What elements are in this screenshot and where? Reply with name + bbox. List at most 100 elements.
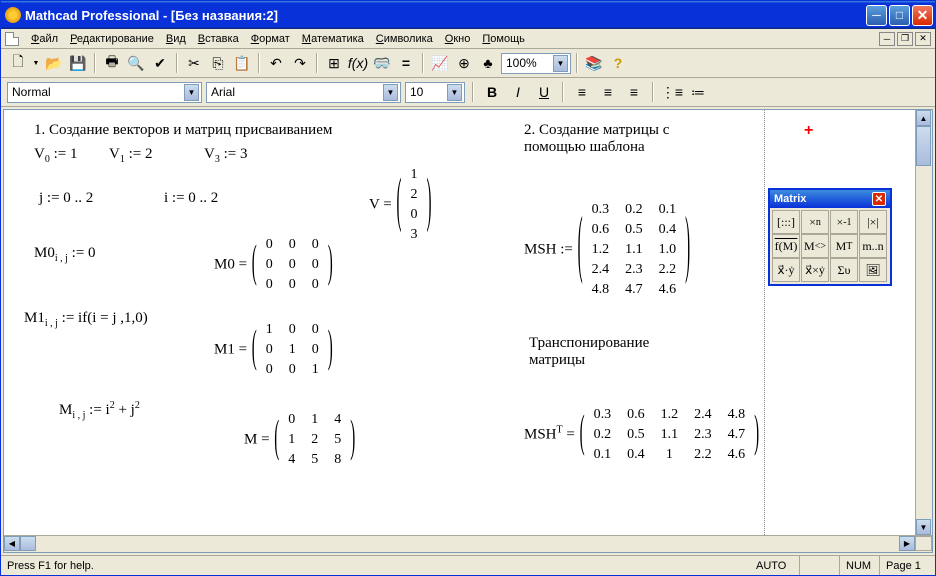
mdi-minimize[interactable]: ─	[879, 32, 895, 46]
m0-display: M0 = (000000000)	[214, 235, 334, 295]
sum-icon[interactable]: Συ	[830, 258, 858, 282]
menu-view[interactable]: Вид	[160, 31, 192, 47]
transpose-label: Транспонирование матрицы	[529, 335, 689, 369]
size-arrow[interactable]: ▼	[447, 84, 462, 101]
font-value: Arial	[211, 85, 235, 99]
format-toolbar: Normal▼ Arial ▼ 10▼ B I U ≡ ≡ ≡ ⋮≡ ≔	[1, 78, 935, 107]
help-button[interactable]: ?	[607, 52, 629, 74]
subscript-icon[interactable]: ×n	[801, 210, 829, 234]
zoom-value: 100%	[506, 56, 537, 70]
scroll-down-button[interactable]: ▼	[916, 519, 931, 535]
spellcheck-button[interactable]: ✔	[149, 52, 171, 74]
new-dropdown[interactable]: ▼	[31, 52, 41, 74]
menu-help[interactable]: Помощь	[476, 31, 531, 47]
bold-button[interactable]: B	[481, 81, 503, 103]
print-button[interactable]: 🖶	[101, 52, 123, 74]
scroll-v-thumb[interactable]	[916, 126, 931, 166]
new-button[interactable]: 🗋	[7, 52, 29, 74]
numbering-button[interactable]: ≔	[687, 81, 709, 103]
matrix-palette[interactable]: Matrix ✕ [:::] ×n ×-1 |×| f(M) M<> MT m.…	[768, 188, 892, 286]
calc-button[interactable]: =	[395, 52, 417, 74]
save-button[interactable]: 💾	[67, 52, 89, 74]
page-margin-line	[764, 110, 765, 535]
inverse-icon[interactable]: ×-1	[830, 210, 858, 234]
status-help: Press F1 for help.	[1, 556, 750, 575]
size-combo[interactable]: 10▼	[405, 82, 465, 103]
cut-button[interactable]: ✂	[183, 52, 205, 74]
scroll-up-button[interactable]: ▲	[916, 110, 931, 126]
maximize-button[interactable]: □	[889, 5, 910, 26]
font-combo[interactable]: Arial ▼	[206, 82, 401, 103]
j-range: j := 0 .. 2	[39, 190, 93, 207]
zoom-arrow[interactable]: ▼	[553, 55, 568, 72]
redo-button[interactable]: ↷	[289, 52, 311, 74]
preview-button[interactable]: 🔍	[125, 52, 147, 74]
copy-button[interactable]: ⎘	[207, 52, 229, 74]
fx-button[interactable]: f(x)	[347, 52, 369, 74]
determinant-icon[interactable]: |×|	[859, 210, 887, 234]
worksheet[interactable]: + 1. Создание векторов и матриц присваив…	[3, 109, 933, 553]
component-button[interactable]: ♣	[477, 52, 499, 74]
document-icon[interactable]	[5, 32, 19, 46]
m1-display: M1 = (100010001)	[214, 320, 334, 380]
palette-title-text: Matrix	[774, 193, 806, 205]
dot-product-icon[interactable]: x⃗·ẏ	[772, 258, 800, 282]
cross-product-icon[interactable]: x⃗×ẏ	[801, 258, 829, 282]
v1-def: V1 := 2	[109, 146, 152, 165]
palette-titlebar[interactable]: Matrix ✕	[770, 190, 890, 208]
graph-button[interactable]: 📈	[429, 52, 451, 74]
menu-edit[interactable]: Редактирование	[64, 31, 160, 47]
insert-button[interactable]: ⊕	[453, 52, 475, 74]
close-button[interactable]: ✕	[912, 5, 933, 26]
paste-button[interactable]: 📋	[231, 52, 253, 74]
palette-close-button[interactable]: ✕	[872, 192, 886, 206]
v0-def: V0 := 1	[34, 146, 77, 165]
menu-insert[interactable]: Вставка	[192, 31, 245, 47]
align-left-button[interactable]: ≡	[571, 81, 593, 103]
open-button[interactable]: 📂	[43, 52, 65, 74]
minimize-button[interactable]: ─	[866, 5, 887, 26]
i-range: i := 0 .. 2	[164, 190, 218, 207]
transpose-icon[interactable]: MT	[830, 234, 858, 258]
style-combo[interactable]: Normal▼	[7, 82, 202, 103]
menu-format[interactable]: Формат	[245, 31, 296, 47]
status-page: Page 1	[880, 556, 935, 575]
picture-icon[interactable]: 🖼	[859, 258, 887, 282]
underline-button[interactable]: U	[533, 81, 555, 103]
horizontal-scrollbar[interactable]: ◀ ▶	[4, 535, 932, 552]
range-icon[interactable]: m..n	[859, 234, 887, 258]
units-button[interactable]: 🥽	[371, 52, 393, 74]
resource-button[interactable]: 📚	[583, 52, 605, 74]
scroll-h-thumb[interactable]	[20, 536, 36, 551]
mdi-close[interactable]: ✕	[915, 32, 931, 46]
status-auto: AUTO	[750, 556, 800, 575]
italic-button[interactable]: I	[507, 81, 529, 103]
heading-2: 2. Создание матрицы с помощью шаблона	[524, 122, 704, 156]
scroll-right-button[interactable]: ▶	[899, 536, 915, 551]
mdi-restore[interactable]: ❐	[897, 32, 913, 46]
m0-def: M0i , j := 0	[34, 245, 96, 264]
msht-display: MSHT = (0.30.61.22.44.80.20.51.12.34.70.…	[524, 405, 760, 465]
align-button[interactable]: ⊞	[323, 52, 345, 74]
style-arrow[interactable]: ▼	[184, 84, 199, 101]
column-icon[interactable]: M<>	[801, 234, 829, 258]
menu-symbolics[interactable]: Символика	[370, 31, 439, 47]
window-title: Mathcad Professional - [Без названия:2]	[25, 8, 866, 23]
align-right-button[interactable]: ≡	[623, 81, 645, 103]
menu-file[interactable]: Файл	[25, 31, 64, 47]
undo-button[interactable]: ↶	[265, 52, 287, 74]
m-def: Mi , j := i2 + j2	[59, 400, 140, 421]
app-icon	[5, 7, 21, 23]
zoom-combo[interactable]: 100% ▼	[501, 53, 571, 74]
vectorize-icon[interactable]: f(M)	[772, 234, 800, 258]
align-center-button[interactable]: ≡	[597, 81, 619, 103]
menu-math[interactable]: Математика	[296, 31, 370, 47]
scroll-left-button[interactable]: ◀	[4, 536, 20, 551]
bullets-button[interactable]: ⋮≡	[661, 81, 683, 103]
v3-def: V3 := 3	[204, 146, 247, 165]
vertical-scrollbar[interactable]: ▲ ▼	[915, 110, 932, 535]
matrix-insert-icon[interactable]: [:::]	[772, 210, 800, 234]
menu-window[interactable]: Окно	[439, 31, 477, 47]
font-arrow[interactable]: ▼	[383, 84, 398, 101]
status-blank	[800, 556, 840, 575]
